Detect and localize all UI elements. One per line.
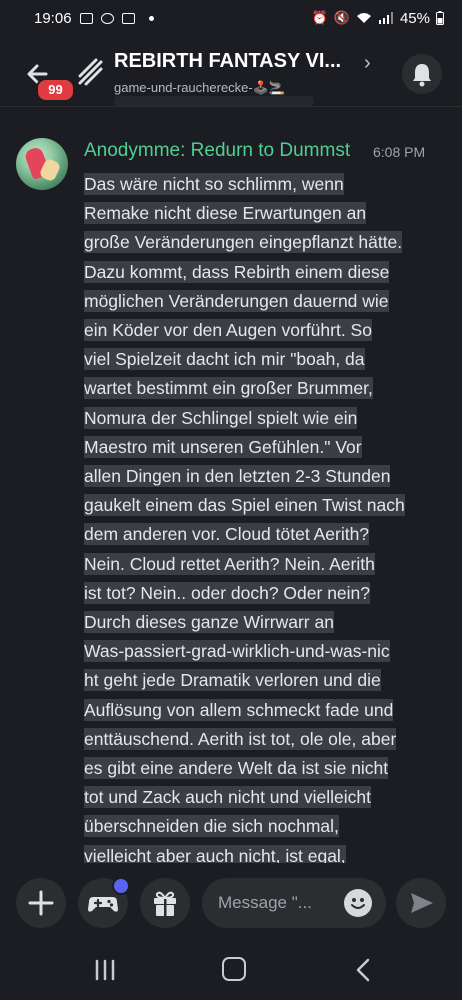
message-line: Durch dieses ganze Wirrwarr an (84, 611, 334, 634)
mute-icon: 🔇 (333, 10, 350, 25)
activities-notification-dot (112, 877, 130, 895)
bell-icon (413, 64, 431, 87)
emoji-button[interactable] (344, 889, 372, 917)
message-line: es gibt eine andere Welt da ist sie nich… (84, 757, 389, 780)
previous-message-peek (114, 96, 314, 106)
message-line: vielleicht aber auch nicht, ist egal, (84, 842, 450, 863)
message-line: Nein. Cloud rettet Aerith? Nein. Aerith (84, 552, 375, 575)
message-content[interactable]: Das wäre nicht so schlimm, wenn Remake ni… (84, 170, 450, 863)
message-line: allen Dingen in den letzten 2-3 Stunden (84, 465, 391, 488)
unread-badge: 99 (36, 78, 75, 102)
gift-icon (154, 891, 176, 916)
send-icon (411, 893, 433, 913)
message-line: ein Köder vor den Augen vorführt. So (84, 319, 372, 342)
system-nav-bar (0, 943, 462, 1000)
notifications-button[interactable] (402, 54, 442, 94)
status-bar: 19:06 ⏰ 🔇 45% (0, 0, 462, 36)
send-button[interactable] (396, 878, 446, 928)
message: Anodymme: Redurn to Dummst 6:08 PM Das w… (0, 118, 462, 863)
battery-level: 45% (399, 9, 430, 27)
message-line: Maestro mit unseren Gefühlen." Vor (84, 435, 362, 458)
add-attachment-button[interactable] (16, 878, 66, 928)
message-composer: Message "... (0, 863, 462, 943)
battery-icon (436, 11, 444, 25)
recent-apps-icon (95, 959, 115, 981)
message-line: tot und Zack auch nicht und vielleicht (84, 786, 371, 809)
message-line: dem anderen vor. Cloud tötet Aerith? (84, 523, 370, 546)
message-line: Was-passiert-grad-wirklich-und-was-nic (84, 640, 390, 663)
message-line: Nomura der Schlingel spielt wie ein (84, 406, 358, 429)
message-line: ht geht jede Dramatik verloren und die (84, 669, 381, 692)
gift-button[interactable] (140, 878, 190, 928)
forum-channel-icon (74, 54, 104, 88)
message-line: Remake nicht diese Erwartungen an (84, 202, 367, 225)
message-input-placeholder: Message "... (218, 893, 312, 912)
header-divider (0, 106, 462, 107)
messenger-icon (100, 12, 114, 24)
system-back-button[interactable] (352, 957, 376, 983)
alarm-icon: ⏰ (311, 10, 328, 25)
status-time: 19:06 (34, 9, 72, 27)
message-timestamp: 6:08 PM (373, 144, 426, 160)
message-line: enttäuschend. Aerith ist tot, ole ole, a… (84, 727, 397, 750)
chevron-left-icon (356, 958, 370, 982)
message-line: große Veränderungen eingepflanzt hätte. (84, 231, 403, 254)
message-input[interactable]: Message "... (202, 878, 386, 928)
plus-icon (28, 890, 54, 916)
smiley-icon (351, 898, 365, 909)
message-line: Das wäre nicht so schlimm, wenn (84, 173, 344, 195)
message-line: wartet bestimmt ein großer Brummer, (84, 377, 373, 400)
more-notifications-icon (148, 15, 154, 21)
message-line: Dazu kommt, dass Rebirth einem diese (84, 260, 390, 283)
chevron-right-icon[interactable]: › (364, 52, 371, 75)
message-line: überschneiden die sich nochmal, (84, 815, 339, 838)
home-button[interactable] (222, 957, 246, 981)
message-line: gaukelt einem das Spiel einen Twist nach (84, 494, 405, 517)
image-icon (79, 12, 93, 24)
message-author[interactable]: Anodymme: Redurn to Dummst (84, 140, 350, 162)
signal-icon (378, 12, 394, 24)
channel-title[interactable]: REBIRTH FANTASY VI... (114, 50, 374, 73)
message-line: möglichen Veränderungen dauernd wie (84, 289, 389, 312)
avatar[interactable] (16, 138, 68, 190)
recent-apps-button[interactable] (92, 959, 118, 981)
message-line: Auflösung von allem schmeckt fade und (84, 698, 394, 721)
message-line: ist tot? Nein.. oder doch? Oder nein? (84, 581, 371, 604)
app-icon (121, 12, 135, 24)
message-line: viel Spielzeit dacht ich mir "boah, da (84, 348, 365, 371)
wifi-icon (356, 12, 372, 24)
channel-subtitle[interactable]: game-und-raucherecke-🕹️🚬 (114, 80, 285, 96)
